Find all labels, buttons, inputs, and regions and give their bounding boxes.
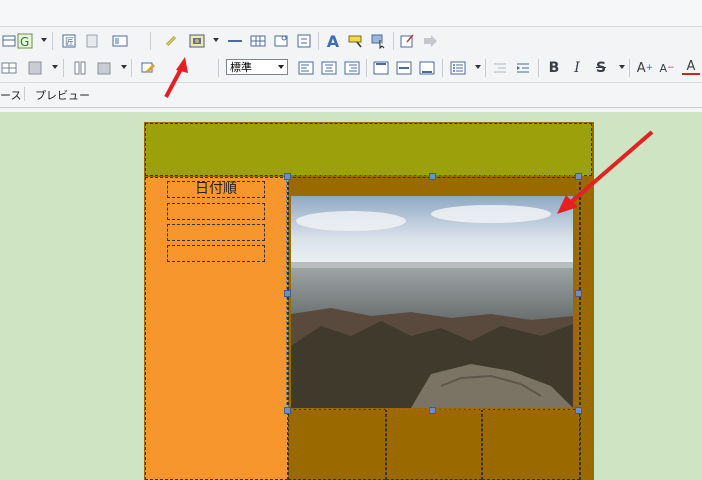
grid-table-icon[interactable] bbox=[249, 32, 267, 50]
align-right-icon[interactable] bbox=[343, 59, 361, 77]
save-icon[interactable] bbox=[26, 59, 44, 77]
paragraph-style-select[interactable]: 標準 bbox=[226, 59, 288, 75]
dropdown-arrow-icon[interactable] bbox=[52, 65, 58, 69]
sidebar-link-slot[interactable] bbox=[167, 224, 265, 241]
main-right-column bbox=[580, 177, 592, 480]
tab-source[interactable]: ース bbox=[0, 87, 21, 103]
toolbar-separator bbox=[131, 59, 132, 77]
grow-font-label: A bbox=[636, 60, 646, 76]
cursor-select-icon[interactable] bbox=[370, 32, 388, 50]
highlight-icon[interactable] bbox=[347, 32, 365, 50]
grow-font-button[interactable]: A + bbox=[636, 59, 654, 77]
sidebar-link-slot[interactable] bbox=[167, 245, 265, 262]
view-tab-row: ース プレビュー bbox=[0, 82, 702, 108]
grid-icon[interactable] bbox=[0, 59, 18, 77]
align-center-icon[interactable] bbox=[320, 59, 338, 77]
link-icon[interactable] bbox=[162, 32, 180, 50]
strikethrough-button[interactable]: S bbox=[592, 59, 610, 77]
frame-icon[interactable] bbox=[295, 32, 313, 50]
dropdown-arrow-icon[interactable] bbox=[475, 65, 481, 69]
bullet-list-icon[interactable] bbox=[449, 59, 467, 77]
edit-link-icon[interactable] bbox=[398, 32, 416, 50]
copy-icon[interactable] bbox=[83, 32, 101, 50]
columns-icon[interactable] bbox=[71, 59, 89, 77]
toolbar-separator bbox=[538, 59, 539, 77]
indent-icon[interactable] bbox=[514, 59, 532, 77]
toolbar-separator bbox=[629, 59, 630, 77]
shrink-font-label: A bbox=[659, 61, 667, 75]
edit-pencil-icon[interactable] bbox=[139, 59, 157, 77]
dropdown-arrow-icon[interactable] bbox=[41, 38, 47, 42]
resize-handle[interactable] bbox=[284, 173, 291, 180]
bottom-cell[interactable] bbox=[288, 409, 386, 480]
paragraph-style-value: 標準 bbox=[230, 61, 252, 74]
bottom-cell[interactable] bbox=[482, 409, 580, 480]
tab-preview[interactable]: プレビュー bbox=[35, 87, 90, 103]
insert-image-icon[interactable] bbox=[188, 32, 206, 50]
sidebar-link-slot[interactable] bbox=[167, 203, 265, 220]
resize-handle[interactable] bbox=[284, 290, 291, 297]
toolbar-separator bbox=[63, 59, 64, 77]
tab-separator bbox=[24, 87, 25, 101]
sidebar-title-box[interactable] bbox=[167, 181, 265, 198]
shrink-font-button[interactable]: A − bbox=[658, 59, 676, 77]
font-color-icon[interactable]: A bbox=[682, 59, 700, 75]
image-selection-outline bbox=[286, 175, 578, 410]
valign-middle-icon[interactable] bbox=[395, 59, 413, 77]
dropdown-arrow-icon[interactable] bbox=[121, 65, 127, 69]
chevron-down-icon bbox=[278, 65, 284, 69]
toolbar-separator bbox=[366, 59, 367, 77]
paste-icon[interactable] bbox=[95, 59, 113, 77]
image-dropdown-arrow-icon[interactable] bbox=[213, 38, 219, 42]
dropdown-arrow-icon[interactable] bbox=[619, 65, 625, 69]
resize-handle[interactable] bbox=[284, 407, 291, 414]
text-style-icon[interactable]: A bbox=[324, 32, 342, 51]
arrow-right-icon[interactable] bbox=[421, 32, 439, 50]
toolbar-separator bbox=[485, 59, 486, 77]
toolbar-top-strip bbox=[0, 0, 702, 27]
editor-toolbar-area: G 匠 A 標準 B I S A + A − A ース プレビュー bbox=[0, 0, 702, 112]
page-header-region[interactable] bbox=[145, 123, 592, 176]
horizontal-line-icon[interactable] bbox=[226, 32, 244, 50]
toolbar-separator bbox=[52, 32, 53, 50]
resize-handle[interactable] bbox=[429, 173, 436, 180]
toolbar-separator bbox=[442, 59, 443, 77]
toolbar-separator bbox=[393, 32, 394, 50]
valign-bottom-icon[interactable] bbox=[418, 59, 436, 77]
google-icon[interactable]: G bbox=[16, 32, 34, 50]
toolbar-row-2: 標準 B I S A + A − A bbox=[0, 55, 702, 81]
toolbar-separator bbox=[318, 32, 319, 50]
toolbar-separator bbox=[150, 32, 151, 50]
align-left-icon[interactable] bbox=[297, 59, 315, 77]
italic-button[interactable]: I bbox=[568, 59, 586, 77]
bold-button[interactable]: B bbox=[545, 59, 563, 77]
layout-icon[interactable] bbox=[111, 32, 129, 50]
valign-top-icon[interactable] bbox=[372, 59, 390, 77]
form-icon[interactable]: 匠 bbox=[60, 32, 78, 50]
page-sidebar-region[interactable] bbox=[145, 177, 288, 480]
resize-handle[interactable] bbox=[575, 290, 582, 297]
resize-handle[interactable] bbox=[575, 173, 582, 180]
svg-text:G: G bbox=[20, 35, 29, 49]
outdent-icon[interactable] bbox=[491, 59, 509, 77]
media-icon[interactable] bbox=[272, 32, 290, 50]
toolbar-separator bbox=[218, 59, 219, 77]
resize-handle[interactable] bbox=[575, 407, 582, 414]
bottom-cell[interactable] bbox=[386, 409, 482, 480]
resize-handle[interactable] bbox=[429, 407, 436, 414]
toolbar-row-1: G 匠 A bbox=[0, 28, 702, 54]
svg-text:匠: 匠 bbox=[65, 37, 74, 48]
